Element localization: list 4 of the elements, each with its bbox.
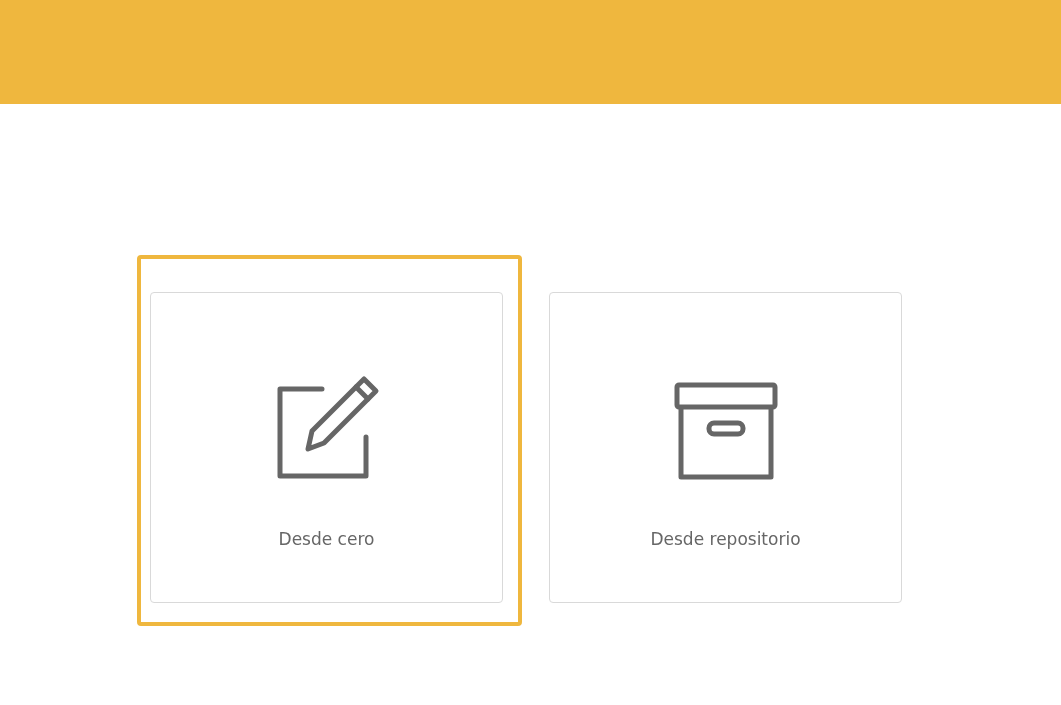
option-label: Desde cero	[278, 528, 375, 551]
option-label: Desde repositorio	[650, 528, 801, 551]
option-card[interactable]: Desde repositorio	[549, 292, 902, 603]
option-card[interactable]: Desde cero	[150, 292, 503, 603]
